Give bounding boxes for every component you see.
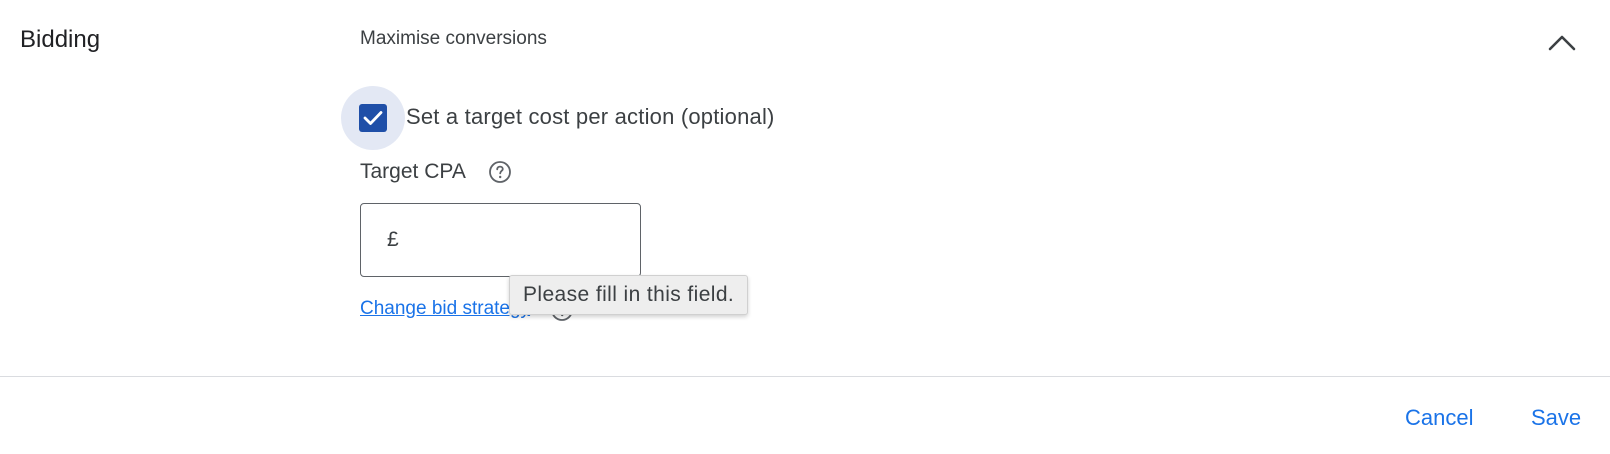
checkmark-icon: [363, 111, 383, 125]
bid-strategy-name: Maximise conversions: [360, 28, 547, 49]
help-circle-icon[interactable]: [488, 160, 512, 184]
target-cpa-checkbox[interactable]: [341, 86, 405, 150]
target-cpa-field[interactable]: £: [360, 203, 641, 277]
chevron-up-icon: [1548, 35, 1576, 51]
target-cpa-label: Target CPA: [360, 160, 466, 183]
currency-symbol: £: [387, 228, 399, 251]
validation-tooltip: Please fill in this field.: [509, 275, 749, 315]
change-bid-strategy-link[interactable]: Change bid strategy: [360, 298, 530, 320]
collapse-button[interactable]: [1544, 24, 1580, 60]
checkbox-box: [359, 104, 387, 132]
footer-divider: [0, 376, 1610, 377]
save-button[interactable]: Save: [1531, 405, 1581, 431]
cancel-button[interactable]: Cancel: [1405, 405, 1473, 431]
target-cpa-checkbox-label[interactable]: Set a target cost per action (optional): [406, 104, 775, 130]
target-cpa-input[interactable]: [406, 227, 611, 253]
bidding-panel: Bidding Maximise conversions Set a targe…: [0, 0, 1610, 454]
section-title: Bidding: [20, 26, 101, 53]
